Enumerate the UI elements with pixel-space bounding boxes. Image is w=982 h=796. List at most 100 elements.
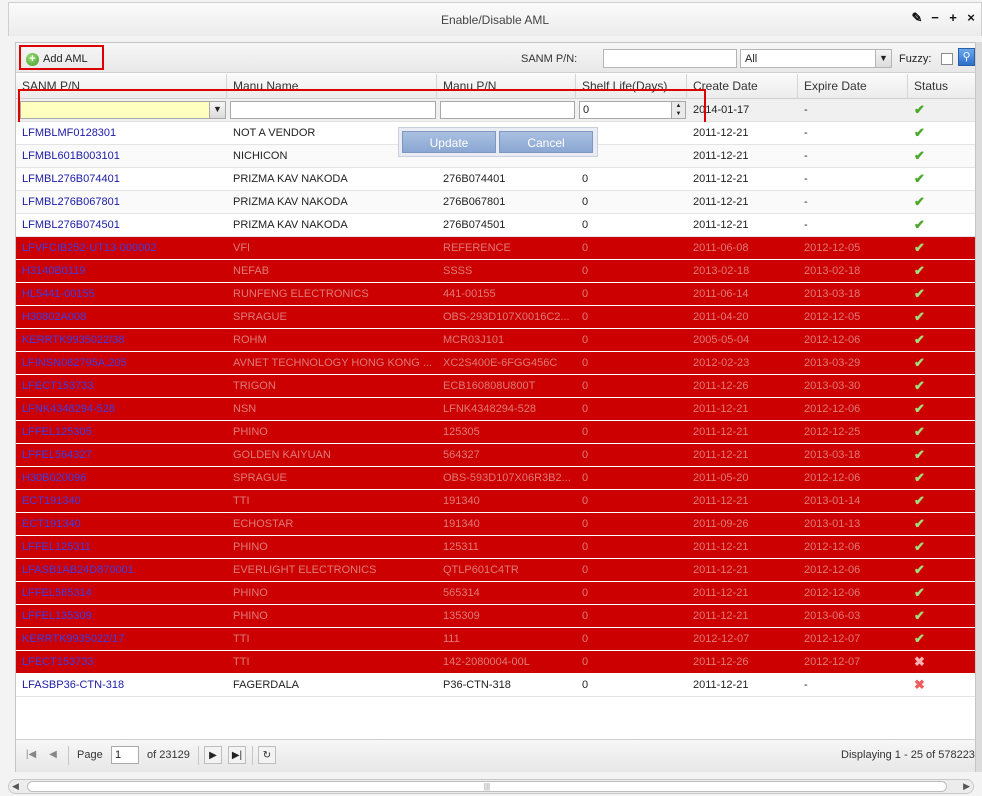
search-button[interactable]: ⚲ [958, 48, 975, 66]
cell-create-date: 2011-12-21 [693, 541, 749, 553]
status-enabled-icon[interactable]: ✔ [914, 494, 928, 508]
cell-sanm-pn: HL5441-00155 [22, 288, 95, 300]
status-enabled-icon[interactable]: ✔ [914, 126, 928, 140]
cell-shelf-life: 0 [582, 518, 589, 530]
page-number-input[interactable]: 1 [111, 746, 139, 764]
cell-manu-pn: 135309 [443, 610, 480, 622]
table-row[interactable]: KERRTK9935022/38 ROHM MCR03J101 0 2005-05-04… [16, 329, 975, 352]
table-row[interactable]: LFMBL276B074401 PRIZMA KAV NAKODA 276B0744… [16, 168, 975, 191]
table-row[interactable]: LFFEL135309 PHINO 135309 0 2011-12-21 2013-06… [16, 605, 975, 628]
cell-shelf-life: 0 [582, 403, 589, 415]
column-header-status[interactable]: Status [908, 74, 977, 99]
cell-sanm-pn: LFFEL125311 [22, 541, 91, 553]
table-row[interactable]: LFNK4348294-528 NSN LFNK4348294-528 0 2011-1… [16, 398, 975, 421]
chevron-down-icon[interactable]: ▼ [875, 50, 891, 67]
table-row[interactable]: LFASB1AB24D870001 EVERLIGHT ELECTRONICS QT… [16, 559, 975, 582]
status-enabled-icon[interactable]: ✔ [914, 264, 928, 278]
status-enabled-icon[interactable]: ✔ [914, 586, 928, 600]
status-enabled-icon[interactable]: ✔ [914, 425, 928, 439]
cell-expire-date: - [804, 173, 808, 185]
status-enabled-icon[interactable]: ✔ [914, 517, 928, 531]
last-page-icon[interactable]: ▶| [228, 746, 246, 764]
table-row[interactable]: ECT191340 TTI 191340 0 2011-12-21 2013-01-14 ✔ [16, 490, 975, 513]
cell-manu-pn: 276B067801 [443, 196, 506, 208]
cell-create-date: 2011-12-21 [693, 587, 749, 599]
cell-shelf-life: 0 [582, 587, 589, 599]
table-row[interactable]: HL5441-00155 RUNFENG ELECTRONICS 441-00155… [16, 283, 975, 306]
status-enabled-icon[interactable]: ✔ [914, 632, 928, 646]
pager-divider [68, 746, 69, 765]
cancel-button[interactable]: Cancel [499, 131, 593, 153]
cell-expire-date: - [804, 196, 808, 208]
table-row[interactable]: H3140B0119 NEFAB SSSS 0 2013-02-18 2013-02-18… [16, 260, 975, 283]
pager-divider [252, 746, 253, 765]
cell-manu-name: PRIZMA KAV NAKODA [233, 196, 348, 208]
table-row[interactable]: LFFEL565314 PHINO 565314 0 2011-12-21 2012-12… [16, 582, 975, 605]
close-icon[interactable]: × [965, 10, 977, 26]
status-enabled-icon[interactable]: ✔ [914, 563, 928, 577]
status-enabled-icon[interactable]: ✔ [914, 448, 928, 462]
status-enabled-icon[interactable]: ✔ [914, 241, 928, 255]
cell-manu-pn: MCR03J101 [443, 334, 505, 346]
maximize-icon[interactable]: + [947, 10, 959, 26]
prev-page-icon[interactable]: ◀ [44, 746, 62, 764]
scroll-right-icon[interactable]: ▶ [963, 780, 970, 793]
table-row[interactable]: LFINSN082795A.205 AVNET TECHNOLOGY HONG K… [16, 352, 975, 375]
status-enabled-icon[interactable]: ✔ [914, 540, 928, 554]
cell-manu-pn: XC2S400E-6FGG456C [443, 357, 558, 369]
table-row[interactable]: LFFEL125311 PHINO 125311 0 2011-12-21 2012-12… [16, 536, 975, 559]
horizontal-scrollbar[interactable]: ◀ ||| ▶ [8, 779, 974, 794]
table-row[interactable]: LFECT153733 TTI 142-2080004-00L 0 2011-12-26… [16, 651, 975, 674]
update-button[interactable]: Update [402, 131, 496, 153]
refresh-icon[interactable]: ↻ [258, 746, 276, 764]
table-row[interactable]: ECT191340 ECHOSTAR 191340 0 2011-09-26 2013-0… [16, 513, 975, 536]
minimize-icon[interactable]: − [929, 10, 941, 26]
status-enabled-icon[interactable]: ✔ [914, 149, 928, 163]
filter-select[interactable]: All ▼ [740, 49, 892, 68]
status-enabled-icon[interactable]: ✔ [914, 379, 928, 393]
table-row[interactable]: LFFEL125305 PHINO 125305 0 2011-12-21 2012-12… [16, 421, 975, 444]
page-count-label: of 23129 [147, 749, 190, 761]
cell-manu-pn: OBS-293D107X0016C2... [443, 311, 570, 323]
status-enabled-icon[interactable]: ✔ [914, 402, 928, 416]
status-enabled-icon[interactable]: ✔ [914, 172, 928, 186]
cell-create-date: 2011-12-21 [693, 219, 749, 231]
status-enabled-icon[interactable]: ✔ [914, 195, 928, 209]
scroll-thumb[interactable]: ||| [27, 781, 947, 792]
cell-expire-date: 2012-12-06 [804, 587, 861, 599]
fuzzy-checkbox[interactable] [941, 53, 953, 65]
table-row[interactable]: KERRTK9935022/17 TTI 111 0 2012-12-07 2012-12… [16, 628, 975, 651]
cell-manu-pn: 191340 [443, 518, 480, 530]
table-row[interactable]: LFMBL276B067801 PRIZMA KAV NAKODA 276B0678… [16, 191, 975, 214]
next-page-icon[interactable]: ▶ [204, 746, 222, 764]
cell-sanm-pn: LFMBL276B074401 [22, 173, 120, 185]
table-row[interactable]: LFVFCIB252-UT13-000002 VFI REFERENCE 0 2011-… [16, 237, 975, 260]
cell-create-date: 2011-12-21 [693, 426, 749, 438]
cell-expire-date: - [804, 219, 808, 231]
status-enabled-icon[interactable]: ✔ [914, 310, 928, 324]
cell-manu-pn: OBS-593D107X06R3B2... [443, 472, 571, 484]
cell-shelf-life: 0 [582, 311, 589, 323]
table-row[interactable]: LFMBL276B074501 PRIZMA KAV NAKODA 276B0745… [16, 214, 975, 237]
first-page-icon[interactable]: |◀ [22, 746, 40, 764]
status-enabled-icon[interactable]: ✔ [914, 333, 928, 347]
table-row[interactable]: H30802A008 SPRAGUE OBS-293D107X0016C2... 0 2… [16, 306, 975, 329]
table-row[interactable]: LFASBP36-CTN-318 FAGERDALA P36-CTN-318 0 201… [16, 674, 975, 697]
column-header-expire-date[interactable]: Expire Date [798, 74, 908, 99]
cell-manu-name: GOLDEN KAIYUAN [233, 449, 331, 461]
edit-icon[interactable]: ✎ [911, 10, 923, 26]
status-disabled-icon[interactable]: ✖ [914, 678, 928, 692]
status-enabled-icon[interactable]: ✔ [914, 218, 928, 232]
table-row[interactable]: LFECT153733 TRIGON ECB160808U800T 0 2011-12-… [16, 375, 975, 398]
sanm-pn-search-input[interactable] [603, 49, 737, 68]
status-enabled-icon[interactable]: ✔ [914, 471, 928, 485]
table-row[interactable]: LFFEL564327 GOLDEN KAIYUAN 564327 0 2011-12-… [16, 444, 975, 467]
table-row[interactable]: H30B020096 SPRAGUE OBS-593D107X06R3B2... 0 2… [16, 467, 975, 490]
scroll-left-icon[interactable]: ◀ [12, 780, 19, 793]
cell-sanm-pn: LFVFCIB252-UT13-000002 [22, 242, 157, 254]
status-enabled-icon[interactable]: ✔ [914, 287, 928, 301]
status-enabled-icon[interactable]: ✔ [914, 356, 928, 370]
status-enabled-icon[interactable]: ✔ [914, 609, 928, 623]
status-disabled-icon[interactable]: ✖ [914, 655, 928, 669]
cell-manu-pn: LFNK4348294-528 [443, 403, 536, 415]
